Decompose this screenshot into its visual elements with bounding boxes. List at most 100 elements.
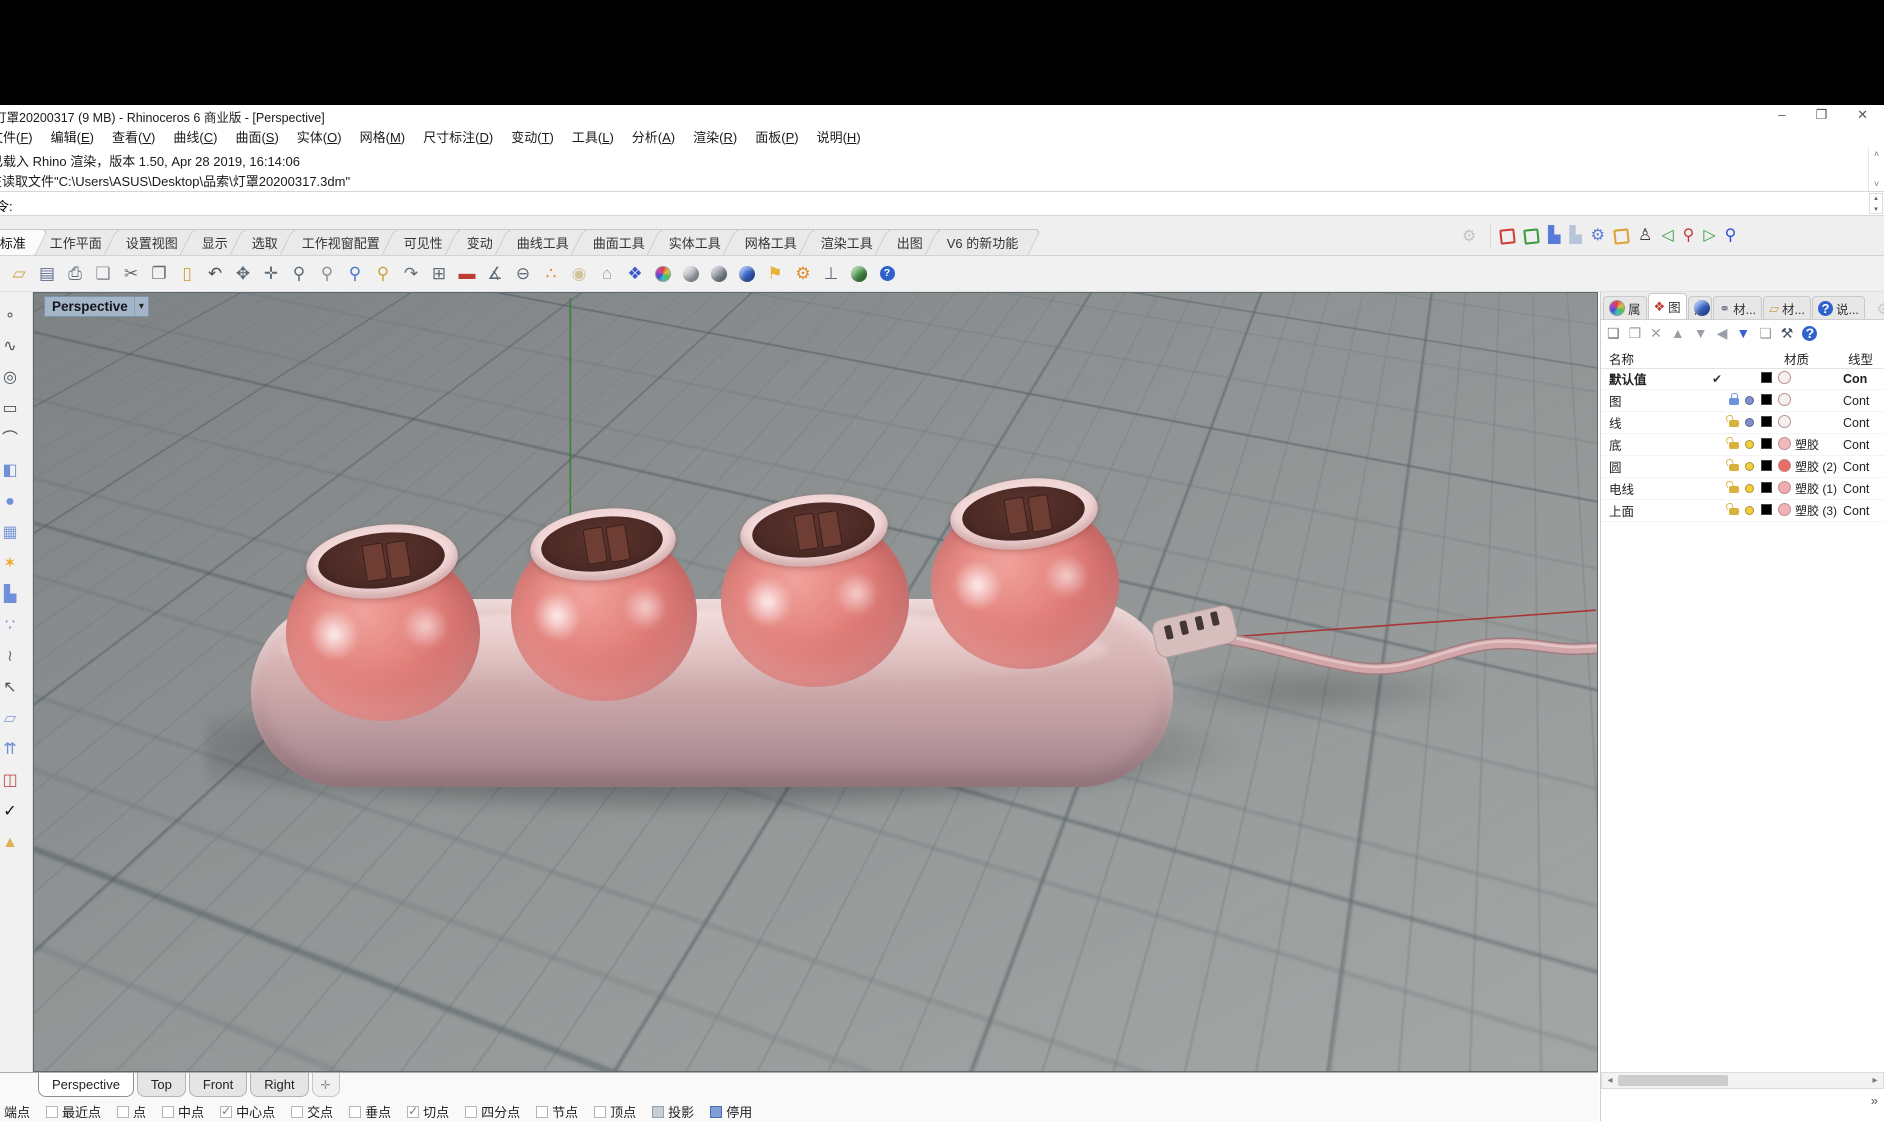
- column-material[interactable]: 材质: [1784, 349, 1809, 368]
- osnap-最近点[interactable]: 最近点: [46, 1102, 101, 1121]
- open-file-button[interactable]: ▱: [6, 261, 32, 287]
- bulb-icon[interactable]: [1745, 396, 1754, 405]
- rotate-view-button[interactable]: ✛: [258, 261, 284, 287]
- notification-flag-button[interactable]: ⚑: [762, 261, 788, 287]
- shaded-sphere-icon[interactable]: [711, 266, 727, 282]
- redo-view-button[interactable]: ↷: [398, 261, 424, 287]
- extrude-blue-icon[interactable]: ▙: [1548, 228, 1560, 244]
- paste-icon[interactable]: ▯: [182, 265, 191, 282]
- scroll-left-icon[interactable]: ◂: [1602, 1075, 1618, 1086]
- mesh-icon[interactable]: ▦: [2, 525, 17, 541]
- layer-color-swatch[interactable]: [1761, 372, 1772, 383]
- person-icon[interactable]: ♙: [1638, 228, 1652, 244]
- settings-gears-icon[interactable]: ⚙: [1591, 228, 1605, 244]
- print-button[interactable]: ⎙: [62, 261, 88, 287]
- new-file-button[interactable]: ❏: [90, 261, 116, 287]
- render-preview-sphere-icon[interactable]: [683, 266, 699, 282]
- point-group-icon[interactable]: ∵: [5, 618, 15, 634]
- arc-icon[interactable]: ⌒: [2, 432, 18, 448]
- layer-row-电线[interactable]: 电线塑胶 (1)Cont: [1601, 478, 1884, 500]
- circle-tool-button[interactable]: ◎: [0, 362, 25, 393]
- new-layer-icon[interactable]: ❏: [1607, 326, 1620, 340]
- save-button[interactable]: ▤: [34, 261, 60, 287]
- panel-hscrollbar[interactable]: ◂ ▸: [1601, 1072, 1884, 1089]
- sphere-tool-button[interactable]: ●: [0, 486, 25, 517]
- check-tool-button[interactable]: ✓: [0, 796, 25, 827]
- layer-row-上面[interactable]: 上面塑胶 (3)Cont: [1601, 500, 1884, 522]
- filter-icon[interactable]: ▼: [1736, 326, 1750, 340]
- box-edit-icon[interactable]: [1613, 228, 1629, 244]
- tab-materials[interactable]: ⚭材...: [1713, 296, 1762, 319]
- layer-row-圆[interactable]: 圆塑胶 (2)Cont: [1601, 456, 1884, 478]
- material-swatch[interactable]: [1778, 481, 1791, 494]
- prompt-spinner[interactable]: ▴▾: [1869, 193, 1883, 214]
- menu-item-8[interactable]: 变动(T): [502, 127, 563, 146]
- cplane-icon[interactable]: ⊥: [824, 265, 839, 282]
- layer-row-线[interactable]: 线Cont: [1601, 412, 1884, 434]
- sphere-icon[interactable]: ●: [5, 494, 15, 510]
- lamp-button[interactable]: ◉: [566, 261, 592, 287]
- tab-properties[interactable]: 属: [1603, 296, 1647, 319]
- zoom-extents-icon[interactable]: ⚲: [349, 265, 361, 282]
- osnap-端点[interactable]: 端点: [0, 1102, 30, 1121]
- check-icon[interactable]: ✓: [3, 804, 16, 820]
- tab-layers[interactable]: ❖图: [1648, 293, 1687, 319]
- explode-icon[interactable]: ✶: [3, 556, 16, 572]
- osnap-切点[interactable]: 切点: [407, 1102, 449, 1121]
- pan-button[interactable]: ✥: [230, 261, 256, 287]
- offset-up-tool-button[interactable]: ⇈: [0, 734, 25, 765]
- save-icon[interactable]: ▤: [39, 265, 55, 282]
- viewport-menu-arrow-icon[interactable]: ▾: [134, 297, 148, 316]
- menu-item-10[interactable]: 分析(A): [623, 127, 684, 146]
- block-tool-button[interactable]: ◫: [0, 765, 25, 796]
- new-file-icon[interactable]: ❏: [95, 265, 110, 282]
- color-wheel-icon[interactable]: [655, 266, 671, 282]
- viewport-tab-right[interactable]: Right: [250, 1073, 308, 1097]
- osnap-checkbox[interactable]: [291, 1106, 303, 1118]
- measure-button[interactable]: ∡: [482, 261, 508, 287]
- menu-item-4[interactable]: 曲面(S): [226, 127, 287, 146]
- fillet-tool-button[interactable]: ≀: [0, 641, 25, 672]
- osnap-checkbox[interactable]: [594, 1106, 606, 1118]
- copy-button[interactable]: ❐: [146, 261, 172, 287]
- layer-settings-icon[interactable]: ❏: [1759, 326, 1772, 340]
- control-point-curve-icon[interactable]: ∿: [3, 339, 16, 355]
- zoom-button[interactable]: ⚲: [286, 261, 312, 287]
- title-bar[interactable]: 灯罩20200317 (9 MB) - Rhinoceros 6 商业版 - […: [0, 105, 1884, 125]
- cut-icon[interactable]: ✂: [124, 265, 138, 282]
- rendered-sphere-button[interactable]: [734, 261, 760, 287]
- osnap-checkbox[interactable]: [46, 1106, 58, 1118]
- tab-help-icon[interactable]: ?: [1818, 301, 1833, 316]
- menu-item-0[interactable]: 文件(F): [0, 127, 42, 146]
- menu-item-13[interactable]: 说明(H): [808, 127, 870, 146]
- scroll-right-icon[interactable]: ▸: [1867, 1075, 1883, 1086]
- move-up-icon[interactable]: ▲: [1671, 326, 1685, 340]
- model-sphere-4[interactable]: [929, 479, 1121, 669]
- rotate-view-icon[interactable]: ✛: [264, 265, 278, 282]
- undo-button[interactable]: ↶: [202, 261, 228, 287]
- column-linetype[interactable]: 线型: [1848, 349, 1873, 368]
- osnap-checkbox[interactable]: [536, 1106, 548, 1118]
- material-swatch[interactable]: [1778, 393, 1791, 406]
- extrude-icon[interactable]: ▙: [4, 587, 16, 603]
- collapse-icon[interactable]: ◀: [1717, 326, 1728, 340]
- tab-materials-icon[interactable]: ⚭: [1719, 302, 1730, 315]
- menu-item-6[interactable]: 网格(M): [351, 127, 415, 146]
- viewport-tab-top[interactable]: Top: [137, 1073, 186, 1097]
- tab-render[interactable]: 渲: [1688, 296, 1713, 319]
- viewport-layout-icon[interactable]: ⊞: [432, 265, 446, 282]
- layer-tools-icon[interactable]: ⚒: [1781, 326, 1794, 340]
- rectangle-icon[interactable]: ▭: [2, 401, 17, 417]
- osnap-节点[interactable]: 节点: [536, 1102, 578, 1121]
- command-prompt[interactable]: 指令: ▴▾: [0, 191, 1884, 216]
- circle-center-icon[interactable]: ⊖: [516, 265, 530, 282]
- menu-item-5[interactable]: 实体(O): [288, 127, 351, 146]
- tab-help[interactable]: ?说...: [1812, 296, 1865, 319]
- bulb-icon[interactable]: [1745, 462, 1754, 471]
- zoom-window-icon[interactable]: ⚲: [321, 265, 333, 282]
- block-icon[interactable]: ◫: [2, 773, 17, 789]
- layer-color-swatch[interactable]: [1761, 416, 1772, 427]
- bulb-icon[interactable]: [1745, 506, 1754, 515]
- pan-icon[interactable]: ✥: [236, 265, 250, 282]
- zoom-blue-icon[interactable]: ⚲: [1725, 228, 1737, 244]
